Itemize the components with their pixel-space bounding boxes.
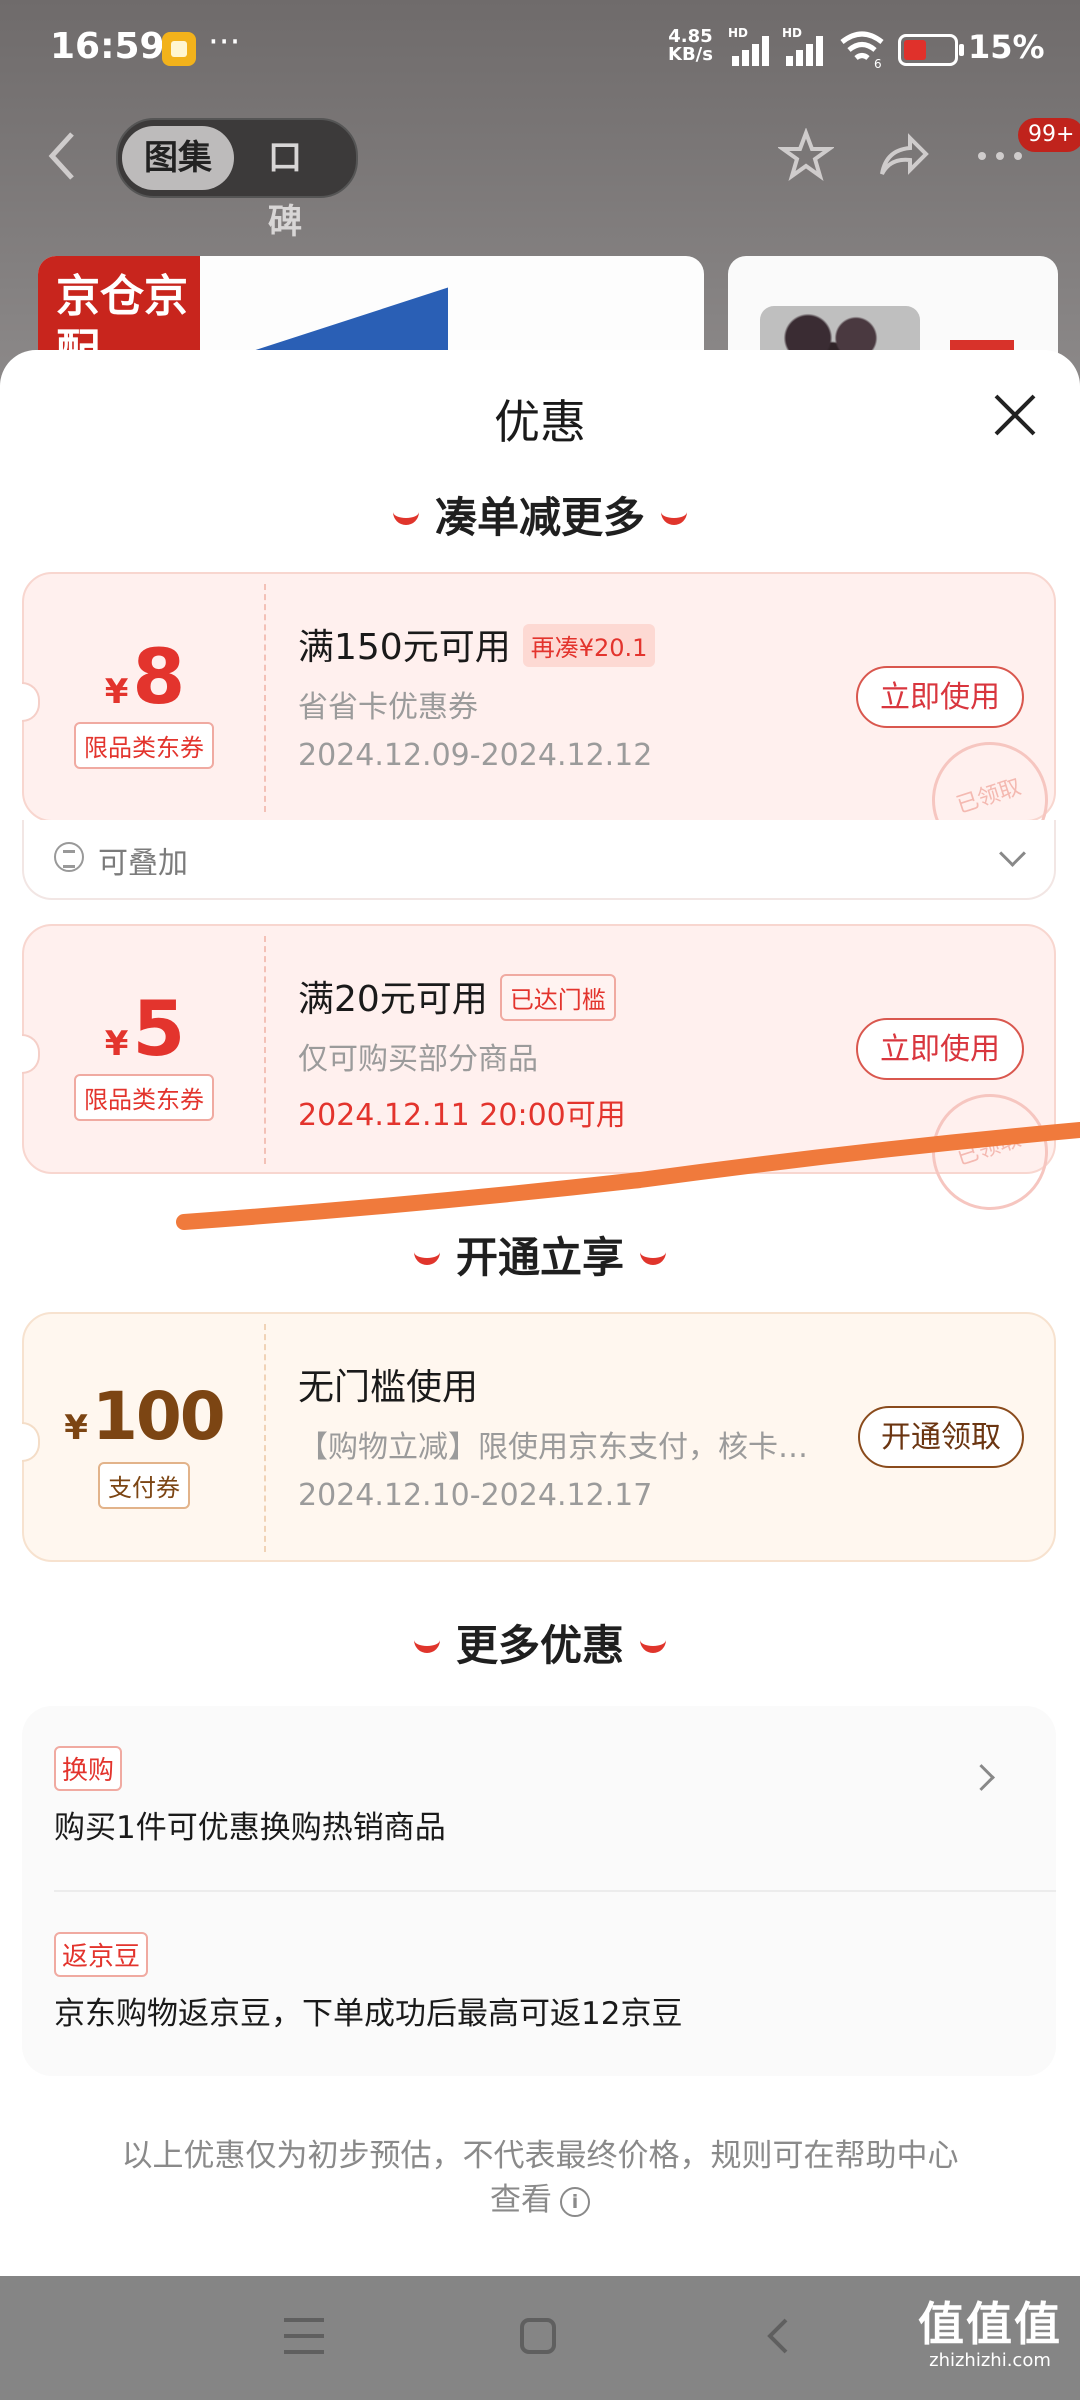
- coupon-type-tag: 支付券: [98, 1462, 190, 1509]
- coupon-amount: ¥100: [24, 1378, 264, 1455]
- recent-apps-icon[interactable]: [284, 2318, 324, 2354]
- watermark-url: zhizhizhi.com: [929, 2350, 1051, 2371]
- disclaimer-text: 以上优惠仅为初步预估，不代表最终价格，规则可在帮助中心查看: [121, 2138, 959, 2218]
- watermark-logo: 值值值: [918, 2297, 1062, 2351]
- coupon-condition: 无门槛使用: [298, 1358, 478, 1410]
- nav-back-icon[interactable]: [762, 2316, 792, 2356]
- coupon-description: 【购物立减】限使用京东支付，核卡…: [298, 1430, 808, 1465]
- currency-symbol: ¥: [64, 1408, 88, 1448]
- coupon-card[interactable]: ¥100 支付券 无门槛使用 【购物立减】限使用京东支付，核卡… 2024.12…: [22, 1312, 1056, 1562]
- offer-tag: 返京豆: [54, 1932, 149, 1977]
- coupon-type-wrap: 支付券: [24, 1462, 264, 1509]
- coupon-divider: [264, 1324, 266, 1552]
- section-heading-more-offers: 更多优惠: [0, 1612, 1080, 1673]
- coupon-date: 2024.12.10-2024.12.17: [298, 1478, 653, 1513]
- orange-annotation-stroke: [176, 1122, 1080, 1230]
- more-offers-card: 换购 购买1件可优惠换购热销商品 返京豆 京东购物返京豆，下单成功后最高可返12…: [22, 1706, 1056, 2076]
- amount-value: 100: [91, 1378, 226, 1455]
- site-watermark: 值值值 zhizhizhi.com: [918, 2288, 1062, 2371]
- offer-divider: [54, 1890, 1056, 1892]
- activate-claim-button[interactable]: 开通领取: [858, 1406, 1024, 1468]
- heading-mark-icon: [640, 1633, 666, 1653]
- system-nav-bar: 值值值 zhizhizhi.com: [0, 2276, 1080, 2400]
- offer-tag: 换购: [54, 1746, 123, 1791]
- condition-text: 无门槛使用: [298, 1367, 479, 1408]
- offer-text: 京东购物返京豆，下单成功后最高可返12京豆: [54, 1996, 683, 2032]
- heading-mark-icon: [413, 1633, 440, 1653]
- info-icon[interactable]: i: [560, 2186, 590, 2217]
- disclaimer-note: 以上优惠仅为初步预估，不代表最终价格，规则可在帮助中心查看 i: [120, 2134, 960, 2222]
- chevron-right-icon[interactable]: [968, 1764, 995, 1791]
- home-icon[interactable]: [520, 2318, 556, 2354]
- offer-text[interactable]: 购买1件可优惠换购热销商品: [54, 1802, 446, 1847]
- section3-title: 更多优惠: [455, 1621, 624, 1670]
